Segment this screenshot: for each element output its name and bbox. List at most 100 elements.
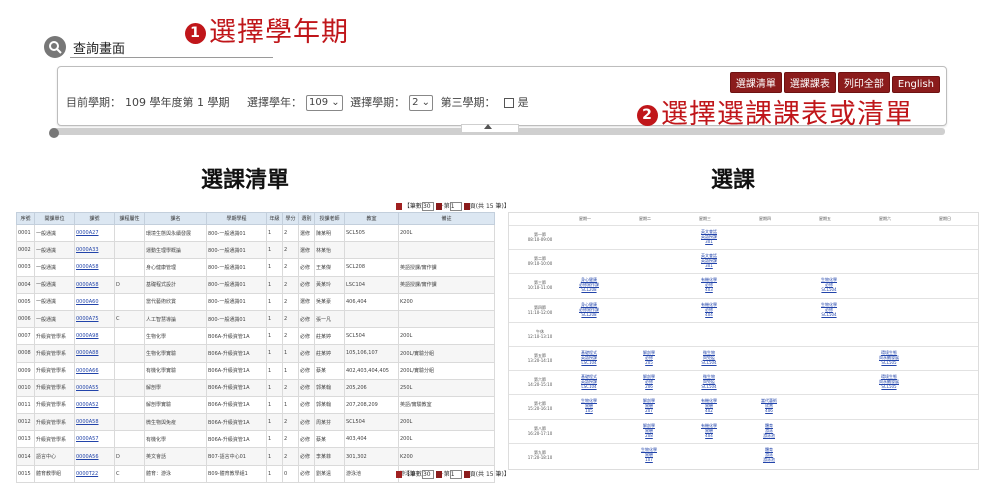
table-cell[interactable]: 0000A55 bbox=[74, 378, 115, 397]
table-cell[interactable]: 0000A88 bbox=[74, 344, 115, 363]
scroll-knob-icon[interactable] bbox=[49, 128, 59, 138]
timetable-course-link[interactable]: 身心健康 必修實作課 SCL208 bbox=[567, 302, 611, 317]
timetable-course-link[interactable]: 英文會話 英語授課 301 bbox=[687, 253, 731, 268]
table-cell: 黃某玲 bbox=[314, 275, 345, 294]
table-cell[interactable]: 0000T22 bbox=[74, 464, 115, 483]
prev-page-icon[interactable] bbox=[396, 203, 402, 210]
table-cell[interactable]: 0000A58 bbox=[74, 275, 115, 294]
table-cell: 一般通識 bbox=[34, 223, 75, 243]
timetable-course-link[interactable]: 解剖學 實驗 207 bbox=[627, 398, 671, 413]
timetable-course-link[interactable]: 解剖學 必修 205 bbox=[627, 350, 671, 365]
print-all-button[interactable]: 列印全部 bbox=[837, 72, 890, 93]
timetable-course-link[interactable]: 有機化學 實驗 404 bbox=[687, 423, 731, 438]
table-cell: D bbox=[114, 447, 145, 466]
timetable-course-link[interactable]: 生物化學 實驗 105 bbox=[567, 398, 611, 413]
timetable-course-link[interactable]: 環境生態 與永續發展 SCL505 bbox=[867, 350, 911, 365]
table-cell: 2 bbox=[282, 413, 299, 432]
table-cell[interactable]: 0000A58 bbox=[74, 413, 115, 432]
table-cell[interactable]: 0000A33 bbox=[74, 241, 115, 260]
table-cell[interactable]: 0000A60 bbox=[74, 292, 115, 311]
course-code-link[interactable]: 0000T22 bbox=[76, 471, 98, 477]
table-cell[interactable]: 0000A56 bbox=[74, 447, 115, 466]
course-code-link[interactable]: 0000A33 bbox=[76, 247, 99, 253]
course-code-link[interactable]: 0000A52 bbox=[76, 402, 99, 408]
pager-page-label: ·第 bbox=[441, 203, 450, 210]
table-cell bbox=[114, 378, 145, 397]
table-cell: 微生物與免疫 bbox=[144, 413, 207, 432]
table-cell: 升級資管學系 bbox=[34, 378, 75, 397]
timetable-course-link[interactable]: 微生物 與免疫 SCL504 bbox=[687, 374, 731, 389]
page-size-input[interactable]: 30 bbox=[421, 470, 434, 479]
timetable-course-link[interactable]: 有機化學 必修 403 bbox=[687, 277, 731, 292]
course-code-link[interactable]: 0000A55 bbox=[76, 385, 99, 391]
table-cell[interactable]: 0000A58 bbox=[74, 258, 115, 277]
course-code-link[interactable]: 0000A88 bbox=[76, 350, 99, 356]
table-cell[interactable]: 0000A52 bbox=[74, 395, 115, 415]
course-code-link[interactable]: 0000A98 bbox=[76, 333, 99, 339]
course-code-link[interactable]: 0000A60 bbox=[76, 299, 99, 305]
course-code-link[interactable]: 0000A75 bbox=[76, 316, 99, 322]
course-code-link[interactable]: 0000A58 bbox=[76, 419, 99, 425]
table-cell: 有機化學實驗 bbox=[144, 361, 207, 380]
timetable-course-link[interactable]: 體育 游泳 游泳池 bbox=[747, 447, 791, 462]
column-header: 課名 bbox=[144, 212, 207, 225]
course-line: 404 bbox=[705, 311, 713, 317]
timetable-course-link[interactable]: 環境生態 與永續發展 SCL505 bbox=[867, 374, 911, 389]
page-number-input[interactable]: 1 bbox=[449, 202, 462, 211]
course-code-link[interactable]: 0000A27 bbox=[76, 230, 99, 236]
table-cell[interactable]: 0000A66 bbox=[74, 361, 115, 380]
row-divider bbox=[509, 394, 978, 396]
timetable-course-link[interactable]: 有機化學 必修 404 bbox=[687, 302, 731, 317]
table-cell: B07-語言中心01 bbox=[206, 447, 267, 466]
timetable-course-link[interactable]: 身心健康 必修實作課 SCL208 bbox=[567, 277, 611, 292]
period-label: 第四節 11:10-12:00 bbox=[525, 305, 555, 315]
table-cell: 0012 bbox=[16, 413, 35, 432]
course-code-link[interactable]: 0000A57 bbox=[76, 436, 99, 442]
table-cell: 蔡某 bbox=[314, 430, 345, 449]
table-cell: 劉某遠 bbox=[314, 464, 345, 483]
timetable-course-link[interactable]: 基礎程式 英語授課 LSC104 bbox=[567, 374, 611, 389]
timetable-course-link[interactable]: 解剖學 實驗 208 bbox=[627, 423, 671, 438]
timetable-course-link[interactable]: 生物化學 實驗 107 bbox=[627, 447, 671, 462]
table-cell: 周某芬 bbox=[314, 413, 345, 432]
third-semester-checkbox[interactable] bbox=[503, 98, 514, 108]
table-cell bbox=[398, 309, 495, 329]
third-semester-label: 第三學期： bbox=[440, 96, 496, 109]
timetable-course-link[interactable]: 生物化學 必修 SCL504 bbox=[807, 302, 851, 317]
timetable-course-link[interactable]: 英文會話 英語授課 301 bbox=[687, 229, 731, 244]
timetable-course-link[interactable]: 微生物 與免疫 SCL504 bbox=[687, 350, 731, 365]
timetable-course-link[interactable]: 基礎程式 英語授課 LSC104 bbox=[567, 350, 611, 365]
table-cell bbox=[114, 344, 145, 363]
year-select[interactable]: 109 ⌄ bbox=[305, 95, 343, 111]
divider bbox=[70, 57, 273, 58]
english-button[interactable]: English bbox=[891, 76, 940, 93]
table-cell[interactable]: 0000A27 bbox=[74, 223, 115, 243]
course-line: 301 bbox=[705, 263, 713, 269]
course-code-link[interactable]: 0000A58 bbox=[76, 282, 99, 288]
timetable-course-link[interactable]: 解剖學 必修 206 bbox=[627, 374, 671, 389]
timetable-course-link[interactable]: 體育 游泳 游泳池 bbox=[747, 423, 791, 438]
prev-page-icon[interactable] bbox=[396, 471, 402, 478]
table-cell[interactable]: 0000A75 bbox=[74, 309, 115, 329]
table-cell[interactable]: 0000A98 bbox=[74, 327, 115, 346]
timetable-course-link[interactable]: 有機化學 實驗 402 bbox=[687, 398, 731, 413]
timetable-course-link[interactable]: 當代藝術 欣賞 406 bbox=[747, 398, 791, 413]
course-table-button[interactable]: 選課課表 bbox=[783, 72, 836, 93]
course-list-button[interactable]: 選課清單 bbox=[729, 72, 782, 93]
table-cell: 升級資管學系 bbox=[34, 395, 75, 415]
table-row: 0007 升級資管學系 0000A98 生物化學 B06A-升級資管1A 1 2 必修 莊某婷 S… bbox=[16, 327, 495, 346]
course-code-link[interactable]: 0000A66 bbox=[76, 368, 99, 374]
timetable-course-link[interactable]: 生物化學 必修 SCL504 bbox=[807, 277, 851, 292]
table-cell: SCL504 bbox=[344, 413, 399, 432]
semester-select[interactable]: 2 ⌄ bbox=[409, 95, 434, 111]
period-label: 第七節 15:20-16:10 bbox=[525, 401, 555, 411]
table-cell: 200L bbox=[398, 413, 495, 432]
course-code-link[interactable]: 0000A58 bbox=[76, 264, 99, 270]
page-size-input[interactable]: 30 bbox=[421, 202, 434, 211]
course-code-link[interactable]: 0000A56 bbox=[76, 454, 99, 460]
table-cell[interactable]: 0000A57 bbox=[74, 430, 115, 449]
page-number-input[interactable]: 1 bbox=[449, 470, 462, 479]
table-cell: 800-一般通識01 bbox=[206, 258, 267, 277]
collapse-arrow-icon[interactable] bbox=[484, 124, 492, 129]
column-header: 教室 bbox=[344, 212, 399, 225]
